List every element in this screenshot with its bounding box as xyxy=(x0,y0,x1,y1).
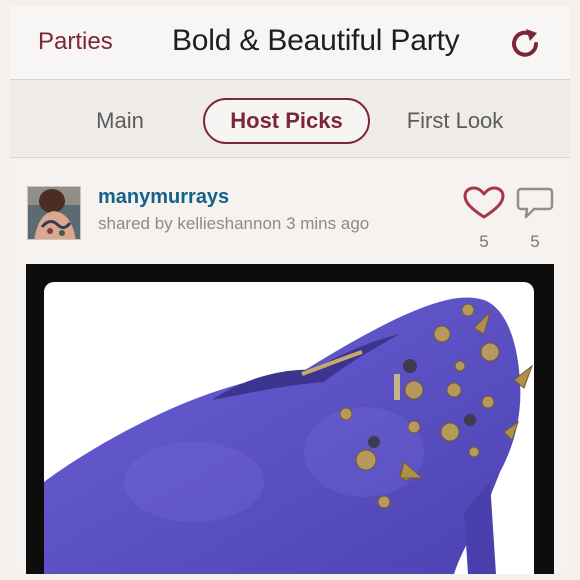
app-frame: Parties Bold & Beautiful Party Main Host… xyxy=(10,6,570,574)
tab-main[interactable]: Main xyxy=(80,98,160,144)
parties-back-link[interactable]: Parties xyxy=(38,28,113,56)
tab-host-picks[interactable]: Host Picks xyxy=(203,98,370,144)
post-header: manymurrays shared by kellieshannon 3 mi… xyxy=(10,158,570,258)
page-title: Bold & Beautiful Party xyxy=(172,24,460,57)
listing-image[interactable] xyxy=(44,282,534,574)
tab-bar: Main Host Picks First Look xyxy=(10,80,570,158)
like-count: 5 xyxy=(479,232,489,251)
shared-by-text: shared by kellieshannon 3 mins ago xyxy=(98,214,370,233)
avatar[interactable] xyxy=(27,186,81,240)
comment-count: 5 xyxy=(530,232,540,251)
heart-icon[interactable] xyxy=(462,186,506,220)
username-link[interactable]: manymurrays xyxy=(98,186,229,209)
tab-first-look[interactable]: First Look xyxy=(395,98,515,144)
refresh-icon[interactable] xyxy=(506,24,546,64)
listing-image-card[interactable] xyxy=(26,264,554,574)
top-bar: Parties Bold & Beautiful Party xyxy=(10,6,570,80)
speech-bubble-icon[interactable] xyxy=(516,186,554,220)
